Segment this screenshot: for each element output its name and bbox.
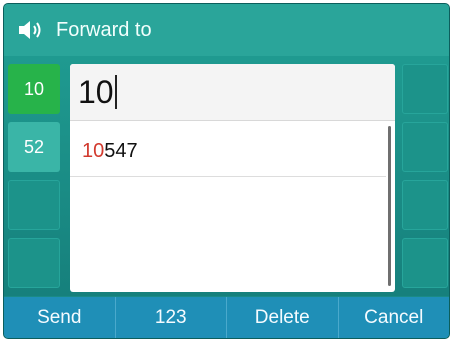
delete-button[interactable]: Delete [227,297,339,338]
search-result-item[interactable]: 10 547 [70,126,386,177]
text-caret [114,75,117,109]
line-key-label: 10 [23,78,45,99]
title-bar: Forward to [4,4,449,56]
speaker-icon [16,18,50,42]
right-key-1[interactable] [402,64,448,114]
page-title: Forward to [56,18,152,41]
line-key-1[interactable]: 10 [8,64,60,114]
forward-panel: 10 10 547 [70,64,395,292]
line-key-4[interactable] [8,238,60,288]
result-rest-text: 547 [104,139,138,162]
result-match-text: 10 [82,139,105,162]
phone-screen: Forward to 10 52 10 10 547 Send 123 Dele… [4,4,449,338]
results-scrollbar[interactable] [388,126,391,286]
line-key-label: 52 [23,136,45,157]
line-key-2[interactable]: 52 [8,122,60,172]
right-key-2[interactable] [402,122,448,172]
cancel-button[interactable]: Cancel [339,297,450,338]
right-key-3[interactable] [402,180,448,230]
input-mode-button[interactable]: 123 [116,297,227,338]
right-key-4[interactable] [402,238,448,288]
number-input[interactable]: 10 [70,64,395,121]
softkey-bar: Send 123 Delete Cancel [4,297,449,338]
line-key-3[interactable] [8,180,60,230]
send-button[interactable]: Send [4,297,116,338]
number-input-value: 10 [78,74,114,110]
